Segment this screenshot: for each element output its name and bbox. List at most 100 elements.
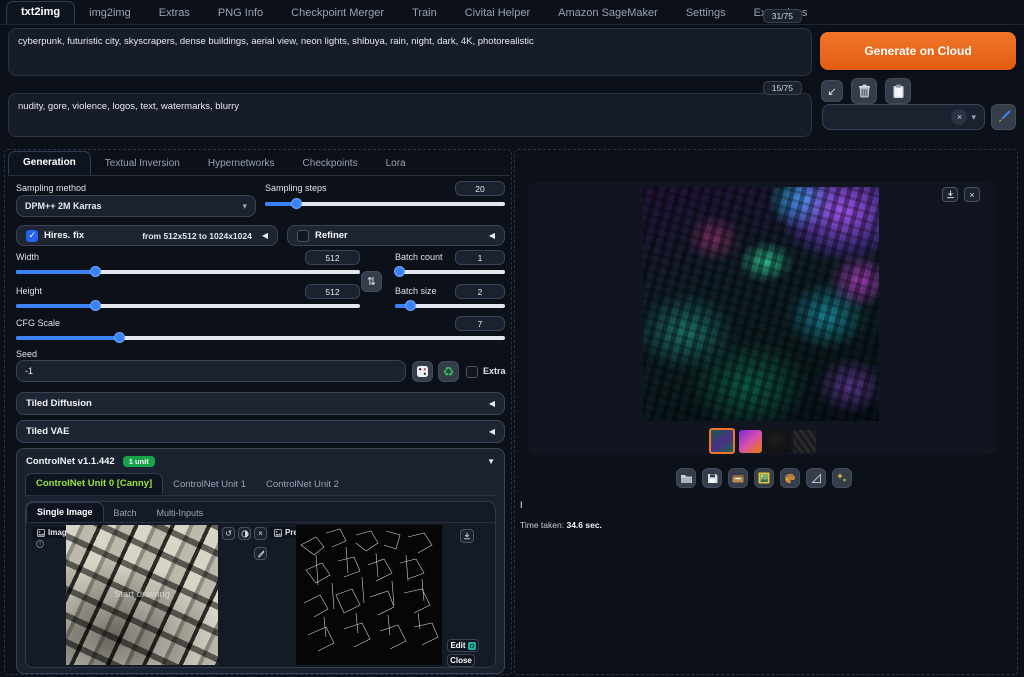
edit-styles-button[interactable] [991, 104, 1016, 130]
tab-train[interactable]: Train [398, 3, 451, 24]
open-folder-button[interactable] [676, 468, 696, 488]
sparkles-icon [836, 472, 848, 484]
tab-hypernetworks[interactable]: Hypernetworks [194, 153, 289, 175]
batch-count-value[interactable]: 1 [455, 250, 505, 265]
controlnet-unit-count-badge: 1 unit [123, 456, 155, 467]
tab-extras[interactable]: Extras [145, 3, 204, 24]
thumbnail-2[interactable] [739, 430, 762, 453]
batch-count-slider[interactable] [395, 266, 505, 278]
save-image-button[interactable] [702, 468, 722, 488]
tab-checkpoint-merger[interactable]: Checkpoint Merger [277, 3, 398, 24]
tab-png-info[interactable]: PNG Info [204, 3, 277, 24]
tiled-diffusion-accordion[interactable]: Tiled Diffusion ◀ [16, 392, 505, 415]
thumbnail-1-selected[interactable] [709, 428, 735, 454]
save-zip-button[interactable] [728, 468, 748, 488]
sketch-button[interactable] [254, 547, 267, 560]
tab-lora[interactable]: Lora [372, 153, 420, 175]
negative-prompt-input[interactable]: nudity, gore, violence, logos, text, wat… [8, 93, 812, 137]
tab-single-image[interactable]: Single Image [26, 502, 104, 522]
sampling-steps-label: Sampling steps [265, 183, 327, 193]
refiner-panel: Refiner ◀ [287, 225, 505, 246]
random-seed-button[interactable] [412, 361, 433, 382]
upscale-button[interactable] [832, 468, 852, 488]
cfg-scale-slider[interactable] [16, 332, 505, 344]
width-value[interactable]: 512 [305, 250, 360, 265]
tab-amazon-sagemaker[interactable]: Amazon SageMaker [544, 3, 672, 24]
preprocessor-preview-image[interactable] [296, 525, 442, 665]
seed-extra-checkbox[interactable] [466, 366, 478, 378]
eraser-button[interactable] [238, 527, 251, 540]
seed-input[interactable]: -1 [16, 360, 406, 382]
prompt-input[interactable]: cyberpunk, futuristic city, skyscrapers,… [8, 28, 812, 76]
controlnet-input-tab-bar: Single Image Batch Multi-Inputs [26, 502, 495, 523]
tab-batch[interactable]: Batch [104, 504, 147, 522]
sampling-method-label: Sampling method [16, 183, 86, 193]
reuse-seed-button[interactable]: ♻ [438, 361, 459, 382]
height-label: Height [16, 286, 42, 296]
collapse-arrow-icon: ◀ [489, 399, 495, 408]
framed-picture-icon [758, 472, 770, 484]
thumbnail-4[interactable] [793, 430, 816, 453]
clear-prompt-button[interactable] [851, 78, 877, 104]
batch-size-value[interactable]: 2 [455, 284, 505, 299]
generation-tab-bar: Generation Textual Inversion Hypernetwor… [8, 152, 510, 176]
download-image-button[interactable] [942, 187, 958, 202]
negative-prompt-token-counter: 15/75 [763, 81, 802, 95]
send-to-img2img-button[interactable] [754, 468, 774, 488]
controlnet-input-image[interactable]: Start drawing [66, 525, 218, 665]
restore-progress-button[interactable]: ↙ [821, 80, 843, 102]
hires-fix-hint: from 512x512 to 1024x1024 [142, 231, 252, 241]
sampling-method-dropdown[interactable]: DPM++ 2M Karras ▾ [16, 195, 256, 217]
info-icon[interactable]: i [36, 540, 44, 548]
dice-icon [416, 365, 429, 378]
send-to-inpaint-button[interactable] [780, 468, 800, 488]
width-slider[interactable] [16, 266, 360, 278]
collapse-arrow-icon[interactable]: ◀ [489, 231, 495, 240]
swap-dimensions-button[interactable]: ⇅ [361, 271, 382, 292]
collapse-arrow-icon[interactable]: ◀ [262, 231, 268, 240]
controlnet-accordion-header[interactable]: ControlNet v1.1.442 1 unit ▼ [17, 449, 504, 473]
tab-img2img[interactable]: img2img [75, 3, 145, 24]
paste-generation-params-button[interactable] [885, 78, 911, 104]
tab-textual-inversion[interactable]: Textual Inversion [91, 153, 194, 175]
send-to-extras-button[interactable] [806, 468, 826, 488]
tab-checkpoints[interactable]: Checkpoints [289, 153, 372, 175]
tab-controlnet-unit-0[interactable]: ControlNet Unit 0 [Canny] [25, 473, 163, 495]
sampling-steps-slider[interactable] [265, 198, 505, 210]
tiled-vae-accordion[interactable]: Tiled VAE ◀ [16, 420, 505, 443]
refiner-checkbox[interactable] [297, 230, 309, 242]
batch-size-slider[interactable] [395, 300, 505, 312]
height-slider[interactable] [16, 300, 360, 312]
tab-txt2img[interactable]: txt2img [6, 1, 75, 24]
photopea-edit-button[interactable]: Edit [447, 639, 479, 652]
width-label: Width [16, 252, 39, 262]
thumbnail-3[interactable] [766, 430, 789, 453]
clear-image-button[interactable]: × [254, 527, 267, 540]
tab-controlnet-unit-1[interactable]: ControlNet Unit 1 [163, 475, 256, 495]
zip-archive-icon [732, 473, 744, 483]
controlnet-unit-panel: Single Image Batch Multi-Inputs Image i … [25, 501, 496, 668]
photopea-close-button[interactable]: Close [447, 654, 475, 667]
tab-generation[interactable]: Generation [8, 151, 91, 175]
gallery-panel: × [528, 182, 996, 455]
time-taken-value: 34.6 sec. [566, 520, 601, 530]
prompt-token-counter: 31/75 [763, 9, 802, 23]
close-gallery-button[interactable]: × [964, 187, 980, 202]
tab-settings[interactable]: Settings [672, 3, 740, 24]
controlnet-accordion: ControlNet v1.1.442 1 unit ▼ ControlNet … [16, 448, 505, 674]
height-value[interactable]: 512 [305, 284, 360, 299]
styles-dropdown[interactable]: × ▾ [822, 104, 985, 130]
clear-styles-icon[interactable]: × [951, 109, 967, 125]
undo-button[interactable]: ↺ [222, 527, 235, 540]
tab-controlnet-unit-2[interactable]: ControlNet Unit 2 [256, 475, 349, 495]
tab-civitai-helper[interactable]: Civitai Helper [451, 3, 544, 24]
sampling-steps-value[interactable]: 20 [455, 181, 505, 196]
tab-multi-inputs[interactable]: Multi-Inputs [147, 504, 214, 522]
recycle-icon: ♻ [443, 364, 455, 380]
close-icon: × [258, 529, 263, 538]
generated-image[interactable] [643, 187, 879, 421]
download-preview-button[interactable] [460, 529, 474, 543]
cfg-scale-value[interactable]: 7 [455, 316, 505, 331]
generate-on-cloud-button[interactable]: Generate on Cloud [820, 32, 1016, 70]
hires-fix-checkbox[interactable] [26, 230, 38, 242]
